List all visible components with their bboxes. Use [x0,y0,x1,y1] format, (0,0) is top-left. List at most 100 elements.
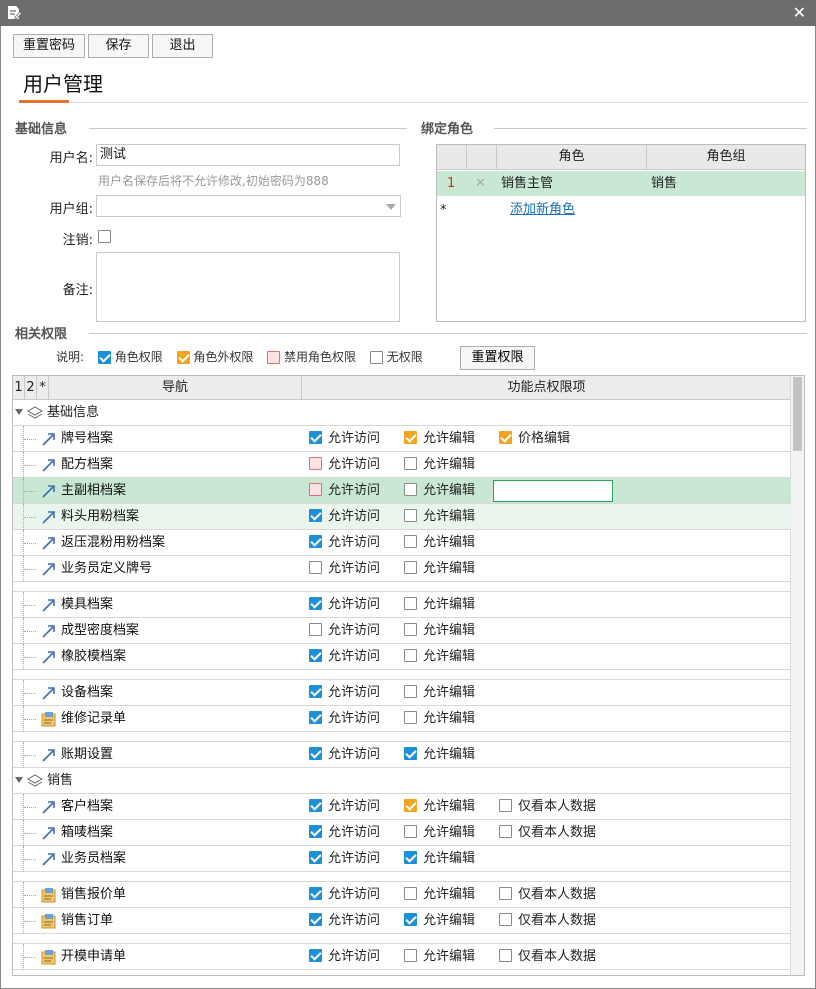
permission-row[interactable]: 账期设置 允许访问 允许编辑 [13,742,791,768]
checkbox-box[interactable] [404,711,417,724]
allow-edit-checkbox[interactable]: 允许编辑 [404,618,475,644]
permission-row[interactable]: 主副相档案 允许访问 允许编辑 [13,478,791,504]
allow-edit-checkbox[interactable]: 允许编辑 [404,794,475,820]
allow-access-checkbox[interactable]: 允许访问 [309,706,380,732]
checkbox-box[interactable] [309,597,322,610]
checkbox-box[interactable] [309,747,322,760]
checkbox-box[interactable] [404,457,417,470]
allow-edit-checkbox[interactable]: 允许编辑 [404,944,475,970]
permission-row[interactable]: 销售订单 允许访问 允许编辑 仅看本人数据 [13,908,791,934]
delete-row-icon[interactable]: ✕ [475,171,486,196]
checkbox-box[interactable] [309,913,322,926]
checkbox-box[interactable] [309,825,322,838]
checkbox-box[interactable] [309,431,322,444]
checkbox-box[interactable] [404,851,417,864]
permission-row[interactable]: 箱唛档案 允许访问 允许编辑 仅看本人数据 [13,820,791,846]
checkbox-box[interactable] [404,685,417,698]
permission-row[interactable]: 牌号档案 允许访问 允许编辑 价格编辑 [13,426,791,452]
permission-row[interactable]: 销售报价单 允许访问 允许编辑 仅看本人数据 [13,882,791,908]
role-row[interactable]: 1 ✕ 销售主管 销售 [437,171,805,196]
permission-row[interactable]: 成型密度档案 允许访问 允许编辑 [13,618,791,644]
checkbox-box[interactable] [499,949,512,962]
checkbox-box[interactable] [309,457,322,470]
allow-edit-checkbox[interactable]: 允许编辑 [404,530,475,556]
checkbox-box[interactable] [404,913,417,926]
checkbox-box[interactable] [309,887,322,900]
checkbox-box[interactable] [309,483,322,496]
permission-row[interactable]: 设备档案 允许访问 允许编辑 [13,680,791,706]
checkbox-box[interactable] [309,623,322,636]
allow-edit-checkbox[interactable]: 允许编辑 [404,644,475,670]
role-cell[interactable]: 销售主管 [501,171,553,196]
allow-access-checkbox[interactable]: 允许访问 [309,882,380,908]
allow-edit-checkbox[interactable]: 允许编辑 [404,556,475,582]
reset-permissions-button[interactable]: 重置权限 [460,346,535,370]
allow-access-checkbox[interactable]: 允许访问 [309,556,380,582]
allow-edit-checkbox[interactable]: 允许编辑 [404,820,475,846]
expand-caret-icon[interactable] [15,409,23,415]
checkbox-box[interactable] [499,887,512,900]
checkbox-box[interactable] [404,825,417,838]
allow-edit-checkbox[interactable]: 允许编辑 [404,846,475,872]
own-data-only-checkbox[interactable]: 仅看本人数据 [499,820,596,846]
checkbox-box[interactable] [499,431,512,444]
allow-edit-checkbox[interactable]: 允许编辑 [404,426,475,452]
checkbox-box[interactable] [404,535,417,548]
checkbox-box[interactable] [404,649,417,662]
save-button[interactable]: 保存 [88,34,149,58]
own-data-only-checkbox[interactable]: 仅看本人数据 [499,882,596,908]
checkbox-box[interactable] [404,431,417,444]
checkbox-box[interactable] [309,535,322,548]
allow-edit-checkbox[interactable]: 允许编辑 [404,706,475,732]
allow-edit-checkbox[interactable]: 允许编辑 [404,882,475,908]
allow-edit-checkbox[interactable]: 允许编辑 [404,742,475,768]
checkbox-box[interactable] [309,799,322,812]
permission-group[interactable]: 销售 [13,768,791,794]
allow-access-checkbox[interactable]: 允许访问 [309,908,380,934]
allow-edit-checkbox[interactable]: 允许编辑 [404,592,475,618]
allow-access-checkbox[interactable]: 允许访问 [309,504,380,530]
add-role-link[interactable]: 添加新角色 [510,197,575,222]
checkbox-box[interactable] [404,483,417,496]
allow-access-checkbox[interactable]: 允许访问 [309,592,380,618]
permission-row[interactable]: 维修记录单 允许访问 允许编辑 [13,706,791,732]
permission-row[interactable]: 业务员档案 允许访问 允许编辑 [13,846,791,872]
permission-row[interactable]: 客户档案 允许访问 允许编辑 仅看本人数据 [13,794,791,820]
permission-row[interactable]: 返压混粉用粉档案 允许访问 允许编辑 [13,530,791,556]
allow-edit-checkbox[interactable]: 允许编辑 [404,478,475,504]
exit-button[interactable]: 退出 [152,34,213,58]
checkbox-box[interactable] [309,509,322,522]
checkbox-box[interactable] [309,649,322,662]
permission-row[interactable]: 配方档案 允许访问 允许编辑 [13,452,791,478]
expand-caret-icon[interactable] [15,777,23,783]
allow-access-checkbox[interactable]: 允许访问 [309,452,380,478]
checkbox-box[interactable] [404,623,417,636]
allow-access-checkbox[interactable]: 允许访问 [309,618,380,644]
own-data-only-checkbox[interactable]: 仅看本人数据 [499,794,596,820]
reset-password-button[interactable]: 重置密码 [13,34,85,58]
own-data-only-checkbox[interactable]: 仅看本人数据 [499,908,596,934]
checkbox-box[interactable] [309,711,322,724]
level-all-header[interactable]: * [37,376,49,400]
allow-edit-checkbox[interactable]: 允许编辑 [404,504,475,530]
checkbox-box[interactable] [404,799,417,812]
permission-row[interactable]: 模具档案 允许访问 允许编辑 [13,592,791,618]
checkbox-box[interactable] [309,851,322,864]
allow-access-checkbox[interactable]: 允许访问 [309,846,380,872]
checkbox-box[interactable] [404,747,417,760]
checkbox-box[interactable] [404,949,417,962]
allow-edit-checkbox[interactable]: 允许编辑 [404,680,475,706]
permission-group[interactable]: 基础信息 [13,400,791,426]
checkbox-box[interactable] [404,561,417,574]
allow-access-checkbox[interactable]: 允许访问 [309,426,380,452]
allow-access-checkbox[interactable]: 允许访问 [309,478,380,504]
checkbox-box[interactable] [309,685,322,698]
checkbox-box[interactable] [499,913,512,926]
username-input[interactable]: 测试 [96,144,400,166]
allow-access-checkbox[interactable]: 允许访问 [309,944,380,970]
vertical-scrollbar[interactable] [790,376,804,975]
close-icon[interactable]: ✕ [793,4,806,22]
allow-access-checkbox[interactable]: 允许访问 [309,680,380,706]
cancel-checkbox[interactable] [98,230,111,243]
role-group-cell[interactable]: 销售 [651,171,677,196]
